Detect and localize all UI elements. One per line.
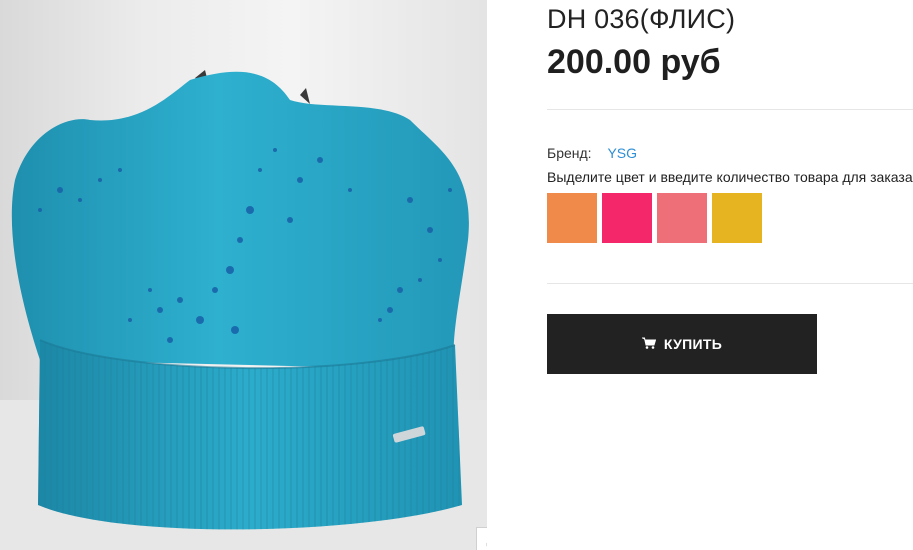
zoom-button[interactable]: ⤢ <box>476 527 487 550</box>
color-instruction: Выделите цвет и введите количество товар… <box>547 169 913 185</box>
product-title: DH 036(ФЛИС) <box>547 4 736 34</box>
divider-bottom <box>547 283 913 284</box>
color-swatch-hot-pink[interactable] <box>602 193 652 243</box>
color-swatch-mustard[interactable] <box>712 193 762 243</box>
zoom-icon: ⤢ <box>486 536 487 548</box>
buy-button[interactable]: КУПИТЬ <box>547 314 817 374</box>
brand-label: Бренд: <box>547 145 592 161</box>
brand-link[interactable]: YSG <box>607 145 637 161</box>
product-price: 200.00 руб <box>547 43 721 81</box>
cart-icon <box>641 336 657 352</box>
product-photo[interactable]: ⤢ <box>0 0 487 550</box>
color-swatch-salmon-pink[interactable] <box>657 193 707 243</box>
divider-top <box>547 109 913 110</box>
brand-row: Бренд: YSG <box>547 145 637 161</box>
hat-image <box>0 70 487 550</box>
buy-label: КУПИТЬ <box>663 336 723 352</box>
color-swatch-orange[interactable] <box>547 193 597 243</box>
